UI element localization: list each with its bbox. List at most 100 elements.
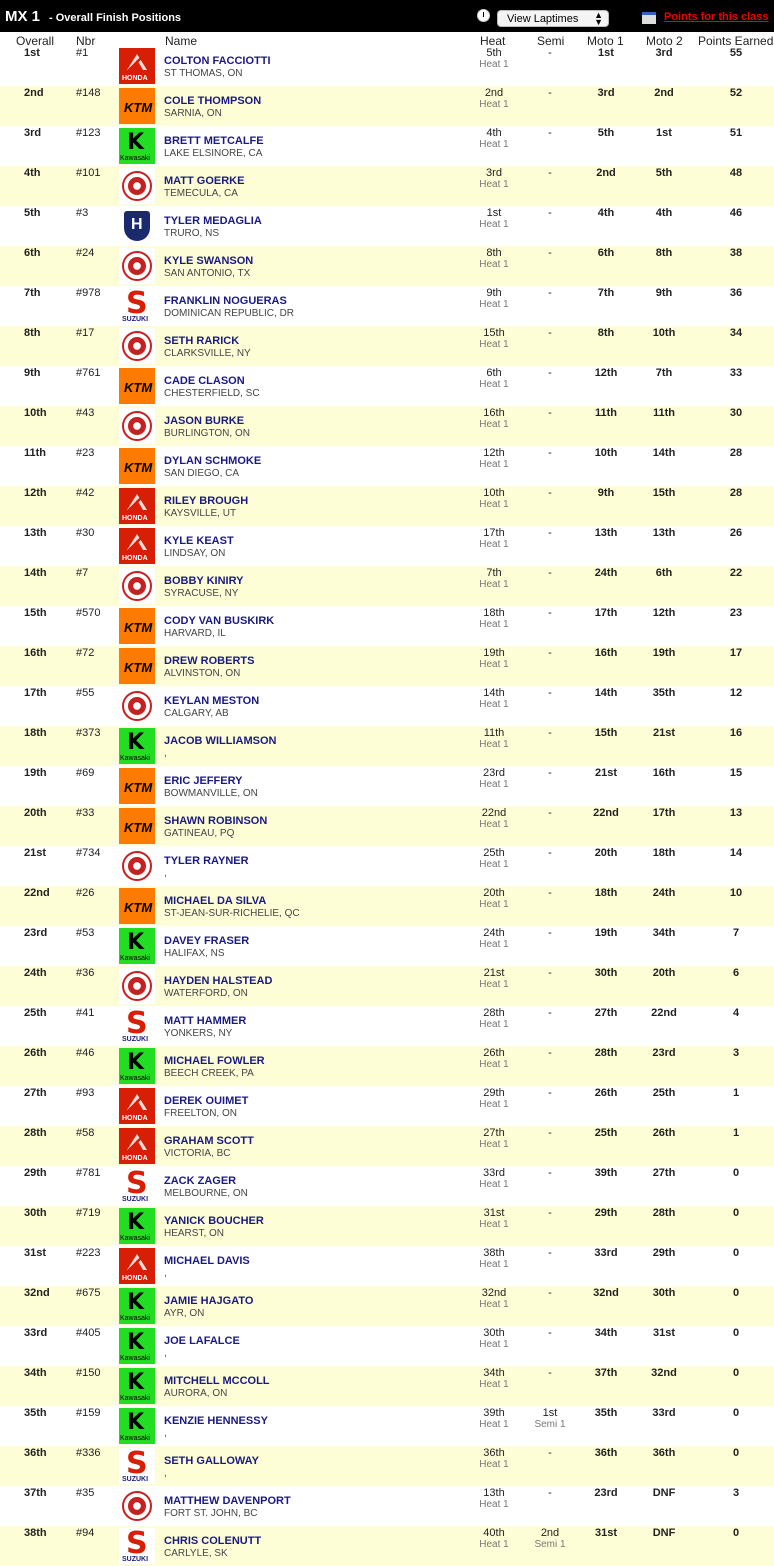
rider-name-link[interactable]: GRAHAM SCOTT (164, 1135, 254, 1147)
rider-name-link[interactable]: BOBBY KINIRY (164, 575, 243, 587)
rider-number: #123 (76, 127, 101, 139)
rider-name-link[interactable]: TYLER RAYNER (164, 855, 249, 867)
suzuki-logo-icon (119, 1528, 155, 1564)
calendar-icon[interactable] (642, 12, 656, 24)
heat-result: 31st Heat 1 (464, 1207, 524, 1231)
heat-result: 28th Heat 1 (464, 1007, 524, 1031)
overall-position: 15th (24, 607, 47, 619)
rider-name-link[interactable]: KYLE KEAST (164, 535, 234, 547)
rider-name-link[interactable]: MATT HAMMER (164, 1015, 246, 1027)
honda-logo-icon (119, 488, 155, 524)
rider-name-link[interactable]: MICHAEL FOWLER (164, 1055, 265, 1067)
heat-label: Heat 1 (479, 1459, 509, 1470)
semi-position: - (548, 167, 552, 179)
rider-name-link[interactable]: DEREK OUIMET (164, 1095, 248, 1107)
heat-result: 6th Heat 1 (464, 367, 524, 391)
semi-result: - (520, 247, 580, 259)
points-earned: 28 (729, 487, 743, 499)
rider-name-link[interactable]: TYLER MEDAGLIA (164, 215, 262, 227)
rider-name-link[interactable]: DREW ROBERTS (164, 655, 254, 667)
rider-number: #761 (76, 367, 101, 379)
rider-name-link[interactable]: DYLAN SCHMOKE (164, 455, 261, 467)
moto1-result: 27th (594, 1007, 618, 1019)
overall-position: 24th (24, 967, 47, 979)
heat-label: Heat 1 (479, 1059, 509, 1070)
semi-result: - (520, 967, 580, 979)
moto1-result: 12th (594, 367, 618, 379)
points-earned: 14 (729, 847, 743, 859)
rider-name-link[interactable]: SETH RARICK (164, 335, 239, 347)
table-row: 28th #58 GRAHAM SCOTTVICTORIA, BC 27thHeat … (0, 1126, 774, 1166)
overall-position: 19th (24, 767, 47, 779)
rider-name-link[interactable]: CHRIS COLENUTT (164, 1535, 261, 1547)
rider-name-link[interactable]: YANICK BOUCHER (164, 1215, 264, 1227)
semi-result: - (520, 1287, 580, 1299)
table-row: 23rd #53 DAVEY FRASERHALIFAX, NS 24thHeat 1… (0, 926, 774, 966)
rider-name-link[interactable]: CADE CLASON (164, 375, 245, 387)
kawasaki-logo-icon (119, 728, 155, 764)
moto1-result: 22nd (593, 807, 619, 819)
rider-name-link[interactable]: COLTON FACCIOTTI (164, 55, 271, 67)
semi-result: - (520, 47, 580, 59)
rider-name-link[interactable]: SHAWN ROBINSON (164, 815, 267, 827)
rider-hometown: HEARST, ON (164, 1228, 225, 1239)
rider-number: #30 (76, 527, 95, 539)
ktm-logo-icon (119, 768, 155, 804)
rider-name-link[interactable]: MICHAEL DA SILVA (164, 895, 266, 907)
view-laptimes-select[interactable]: View Laptimes ▲ ▼ (497, 10, 609, 27)
overall-position: 35th (24, 1407, 47, 1419)
overall-position: 38th (24, 1527, 47, 1539)
rider-name-link[interactable]: KYLE SWANSON (164, 255, 253, 267)
rider-name-link[interactable]: KEYLAN MESTON (164, 695, 259, 707)
rider-name-link[interactable]: COLE THOMPSON (164, 95, 261, 107)
rider-name-link[interactable]: BRETT METCALFE (164, 135, 264, 147)
rider-name-link[interactable]: KENZIE HENNESSY (164, 1415, 268, 1427)
heat-result: 15th Heat 1 (464, 327, 524, 351)
rider-name-link[interactable]: JACOB WILLIAMSON (164, 735, 276, 747)
semi-position: - (548, 1127, 552, 1139)
heat-result: 10th Heat 1 (464, 487, 524, 511)
kawasaki-logo-icon (119, 1288, 155, 1324)
rider-hometown: SYRACUSE, NY (164, 588, 239, 599)
heat-result: 5th Heat 1 (464, 47, 524, 71)
heat-label: Heat 1 (479, 939, 509, 950)
heat-result: 26th Heat 1 (464, 1047, 524, 1071)
points-for-class-link[interactable]: Points for this class (664, 11, 774, 23)
heat-position: 13th (483, 1487, 505, 1499)
semi-result: - (520, 87, 580, 99)
rider-hometown: CARLYLE, SK (164, 1548, 228, 1559)
heat-position: 32nd (481, 1287, 507, 1299)
rider-name-link[interactable]: JOE LAFALCE (164, 1335, 240, 1347)
semi-position: 1st (542, 1407, 558, 1419)
ktm-logo-icon (119, 888, 155, 924)
rider-name-link[interactable]: FRANKLIN NOGUERAS (164, 295, 287, 307)
rider-name-link[interactable]: RILEY BROUGH (164, 495, 248, 507)
heat-label: Heat 1 (479, 1379, 509, 1390)
rider-name-link[interactable]: CODY VAN BUSKIRK (164, 615, 274, 627)
rider-name-link[interactable]: JASON BURKE (164, 415, 244, 427)
table-row: 12th #42 RILEY BROUGHKAYSVILLE, UT 10thHeat… (0, 486, 774, 526)
points-earned: 33 (729, 367, 743, 379)
heat-position: 8th (486, 247, 502, 259)
rider-hometown: SAN DIEGO, CA (164, 468, 240, 479)
semi-position: - (548, 327, 552, 339)
heat-result: 20th Heat 1 (464, 887, 524, 911)
rider-name-link[interactable]: MITCHELL MCCOLL (164, 1375, 270, 1387)
points-earned: 10 (729, 887, 743, 899)
overall-position: 11th (24, 447, 47, 459)
overall-position: 2nd (24, 87, 44, 99)
rider-name-link[interactable]: ERIC JEFFERY (164, 775, 242, 787)
rider-name-link[interactable]: MATT GOERKE (164, 175, 244, 187)
rider-name-link[interactable]: MICHAEL DAVIS (164, 1255, 250, 1267)
rider-name-link[interactable]: HAYDEN HALSTEAD (164, 975, 272, 987)
rider-name-link[interactable]: ZACK ZAGER (164, 1175, 236, 1187)
rider-name-link[interactable]: DAVEY FRASER (164, 935, 249, 947)
table-row: 20th#33SHAWN ROBINSONGATINEAU, PQ22ndHea… (0, 806, 774, 846)
semi-result: - (520, 1167, 580, 1179)
rider-name-link[interactable]: SETH GALLOWAY (164, 1455, 259, 1467)
rider-name-link[interactable]: MATTHEW DAVENPORT (164, 1495, 291, 1507)
moto1-result: 24th (594, 567, 618, 579)
points-earned: 7 (732, 927, 740, 939)
rider-name-link[interactable]: JAMIE HAJGATO (164, 1295, 253, 1307)
results-table: 1st#1COLTON FACCIOTTIST THOMAS, ON5thHea… (0, 46, 774, 1566)
